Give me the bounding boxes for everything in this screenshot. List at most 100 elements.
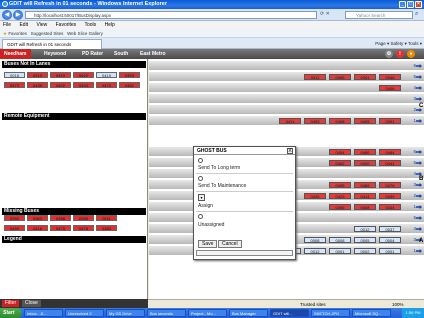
bus-tag[interactable]: 0406	[379, 85, 401, 91]
refresh-icon[interactable]: ⟳ ✕	[320, 11, 330, 17]
settings-icon[interactable]: ⚙	[385, 50, 393, 58]
tab-gdit[interactable]: GDIT will Refresh in 01 seconds	[2, 39, 102, 49]
radio-unassigned[interactable]	[198, 214, 203, 219]
bus-tag[interactable]: 0001	[329, 248, 351, 254]
bus-chip[interactable]: 0439	[27, 82, 48, 88]
nav-needham[interactable]: Needham	[0, 49, 31, 59]
bus-tag[interactable]: 0439	[379, 193, 401, 199]
command-bar[interactable]: Page ▾ Safety ▾ Tools ▾	[375, 39, 422, 48]
bus-tag[interactable]: 0008	[304, 237, 326, 243]
dialog-scrollbar[interactable]	[196, 250, 293, 256]
bus-chip[interactable]: 0211	[96, 215, 117, 221]
bus-tag[interactable]: 0012	[354, 226, 376, 232]
bus-chip[interactable]: 0363	[27, 215, 48, 221]
bus-tag[interactable]: 0005	[354, 237, 376, 243]
taskbar-item[interactable]: Bus Manager	[229, 309, 268, 317]
bus-chip[interactable]: 0478	[73, 225, 94, 231]
radio-long-term[interactable]	[198, 158, 203, 163]
assign-checkbox[interactable]: ▾	[198, 194, 205, 201]
bus-tag[interactable]: 0420	[354, 160, 376, 166]
alert-icon[interactable]: !	[396, 50, 404, 58]
menu-help[interactable]: Help	[105, 22, 115, 28]
bus-chip[interactable]: 0390	[4, 215, 25, 221]
bus-chip[interactable]: 0419	[50, 72, 71, 78]
bus-tag[interactable]: 0484	[379, 149, 401, 155]
bus-tag[interactable]: 0037	[379, 226, 401, 232]
taskbar-item[interactable]: Bus seconds	[147, 309, 186, 317]
menu-edit[interactable]: Edit	[19, 22, 28, 28]
bus-chip[interactable]: 0383	[96, 225, 117, 231]
menu-favorites[interactable]: Favorites	[56, 22, 77, 28]
bus-tag[interactable]: 0001	[379, 248, 401, 254]
bus-tag[interactable]: 0411	[279, 118, 301, 124]
bus-chip[interactable]: 0213	[27, 72, 48, 78]
dialog-close-button[interactable]: X	[287, 148, 293, 154]
bus-tag[interactable]: 0495	[329, 182, 351, 188]
suggested-sites-link[interactable]: Suggested Sites	[31, 31, 64, 36]
close-window-icon[interactable]: ×	[415, 1, 422, 8]
nav-east-metro[interactable]: East Metro	[136, 49, 170, 59]
bus-chip[interactable]: 0461	[119, 82, 140, 88]
bus-tag[interactable]: 0391	[379, 118, 401, 124]
bus-chip[interactable]: 0473	[4, 82, 25, 88]
minimize-icon[interactable]: _	[399, 1, 406, 8]
taskbar-item[interactable]: Unresolved 2	[65, 309, 104, 317]
bus-tag[interactable]: 0476	[379, 182, 401, 188]
bus-chip[interactable]: 0475	[50, 225, 71, 231]
bus-chip[interactable]: 0418	[27, 225, 48, 231]
user-icon[interactable]: ●	[407, 50, 415, 58]
bus-chip[interactable]: 0453	[119, 72, 140, 78]
menu-view[interactable]: View	[36, 22, 47, 28]
bus-chip[interactable]: 0395	[73, 215, 94, 221]
close-filter-button[interactable]: Close	[22, 300, 41, 307]
back-icon[interactable]: ◀	[2, 10, 12, 20]
bus-tag[interactable]: 0480	[354, 149, 376, 155]
bus-tag[interactable]: 0426	[304, 193, 326, 199]
save-button[interactable]: Save	[198, 240, 218, 248]
bus-chip[interactable]: 0470	[96, 82, 117, 88]
address-input[interactable]: http://localhost:50017/BusDisplay.aspx	[25, 11, 317, 19]
favorites-button[interactable]: Favorites	[8, 31, 27, 36]
forward-icon[interactable]: ▶	[13, 10, 23, 20]
bus-tag[interactable]: 0414	[354, 193, 376, 199]
bus-chip[interactable]: 0494	[73, 82, 94, 88]
bus-tag[interactable]: 0405	[329, 74, 351, 80]
bus-chip[interactable]: 0422	[73, 72, 94, 78]
bus-chip[interactable]: 0018	[4, 72, 25, 78]
bus-tag[interactable]: 0454	[329, 149, 351, 155]
bus-chip[interactable]: 0459	[4, 225, 25, 231]
taskbar-item[interactable]: Microsoft SQ...	[352, 309, 391, 317]
bus-tag[interactable]: 0012	[304, 248, 326, 254]
bus-tag[interactable]: 0453	[304, 118, 326, 124]
bus-tag[interactable]: 0455	[329, 204, 351, 210]
bus-tag[interactable]: 0466	[354, 182, 376, 188]
radio-maintenance[interactable]	[198, 176, 203, 181]
bus-chip[interactable]: 0402	[50, 82, 71, 88]
bus-chip[interactable]: 0419	[96, 72, 117, 78]
bus-tag[interactable]: 0408	[354, 204, 376, 210]
bus-tag[interactable]: 0002	[354, 248, 376, 254]
cancel-button[interactable]: Cancel	[218, 240, 242, 248]
bus-chip[interactable]: 0388	[50, 215, 71, 221]
nav-pd-rater[interactable]: PD Rater	[78, 49, 107, 59]
bus-tag[interactable]: 0405	[354, 118, 376, 124]
filter-button[interactable]: Filter	[2, 300, 20, 307]
search-input[interactable]: Yahoo! Search	[345, 11, 413, 19]
search-icon[interactable]: ⌕	[415, 11, 418, 18]
bus-tag[interactable]: 0008	[329, 237, 351, 243]
taskbar-item[interactable]: SKETCH.JPG	[311, 309, 350, 317]
maximize-icon[interactable]: □	[407, 1, 414, 8]
bus-tag[interactable]: 0423	[329, 193, 351, 199]
start-button[interactable]: Start	[0, 308, 22, 318]
bus-tag[interactable]: 0434	[379, 204, 401, 210]
nav-south[interactable]: South	[110, 49, 132, 59]
taskbar-item[interactable]: GDIT will...	[270, 309, 309, 317]
bus-tag[interactable]: 0346	[379, 74, 401, 80]
bus-tag[interactable]: 0408	[329, 118, 351, 124]
bus-tag[interactable]: 0341	[354, 74, 376, 80]
taskbar-item[interactable]: Inbox - Ji...	[24, 309, 63, 317]
bus-tag[interactable]: 0402	[329, 160, 351, 166]
web-slice-gallery-link[interactable]: Web Slice Gallery	[67, 31, 103, 36]
bus-tag[interactable]: 0441	[379, 160, 401, 166]
taskbar-item[interactable]: Project - Mo...	[188, 309, 227, 317]
